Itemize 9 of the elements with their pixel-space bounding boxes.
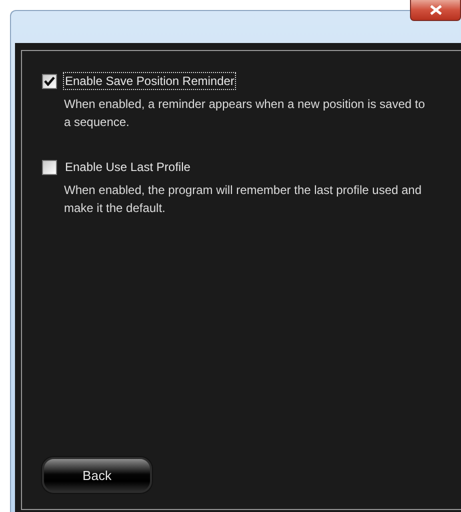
checkbox-label[interactable]: Enable Use Last Profile	[64, 159, 192, 175]
close-button[interactable]	[410, 0, 461, 21]
checkbox[interactable]	[42, 74, 57, 88]
back-button[interactable]: Back	[42, 457, 152, 493]
checkbox-label[interactable]: Enable Save Position Reminder	[64, 73, 236, 89]
option-description: When enabled, the program will remember the last profile used and make it the default.	[64, 182, 423, 217]
close-icon	[430, 5, 442, 15]
option-description: When enabled, a reminder appears when a new position is saved to a sequence.	[64, 96, 426, 131]
checkbox[interactable]	[42, 160, 57, 174]
